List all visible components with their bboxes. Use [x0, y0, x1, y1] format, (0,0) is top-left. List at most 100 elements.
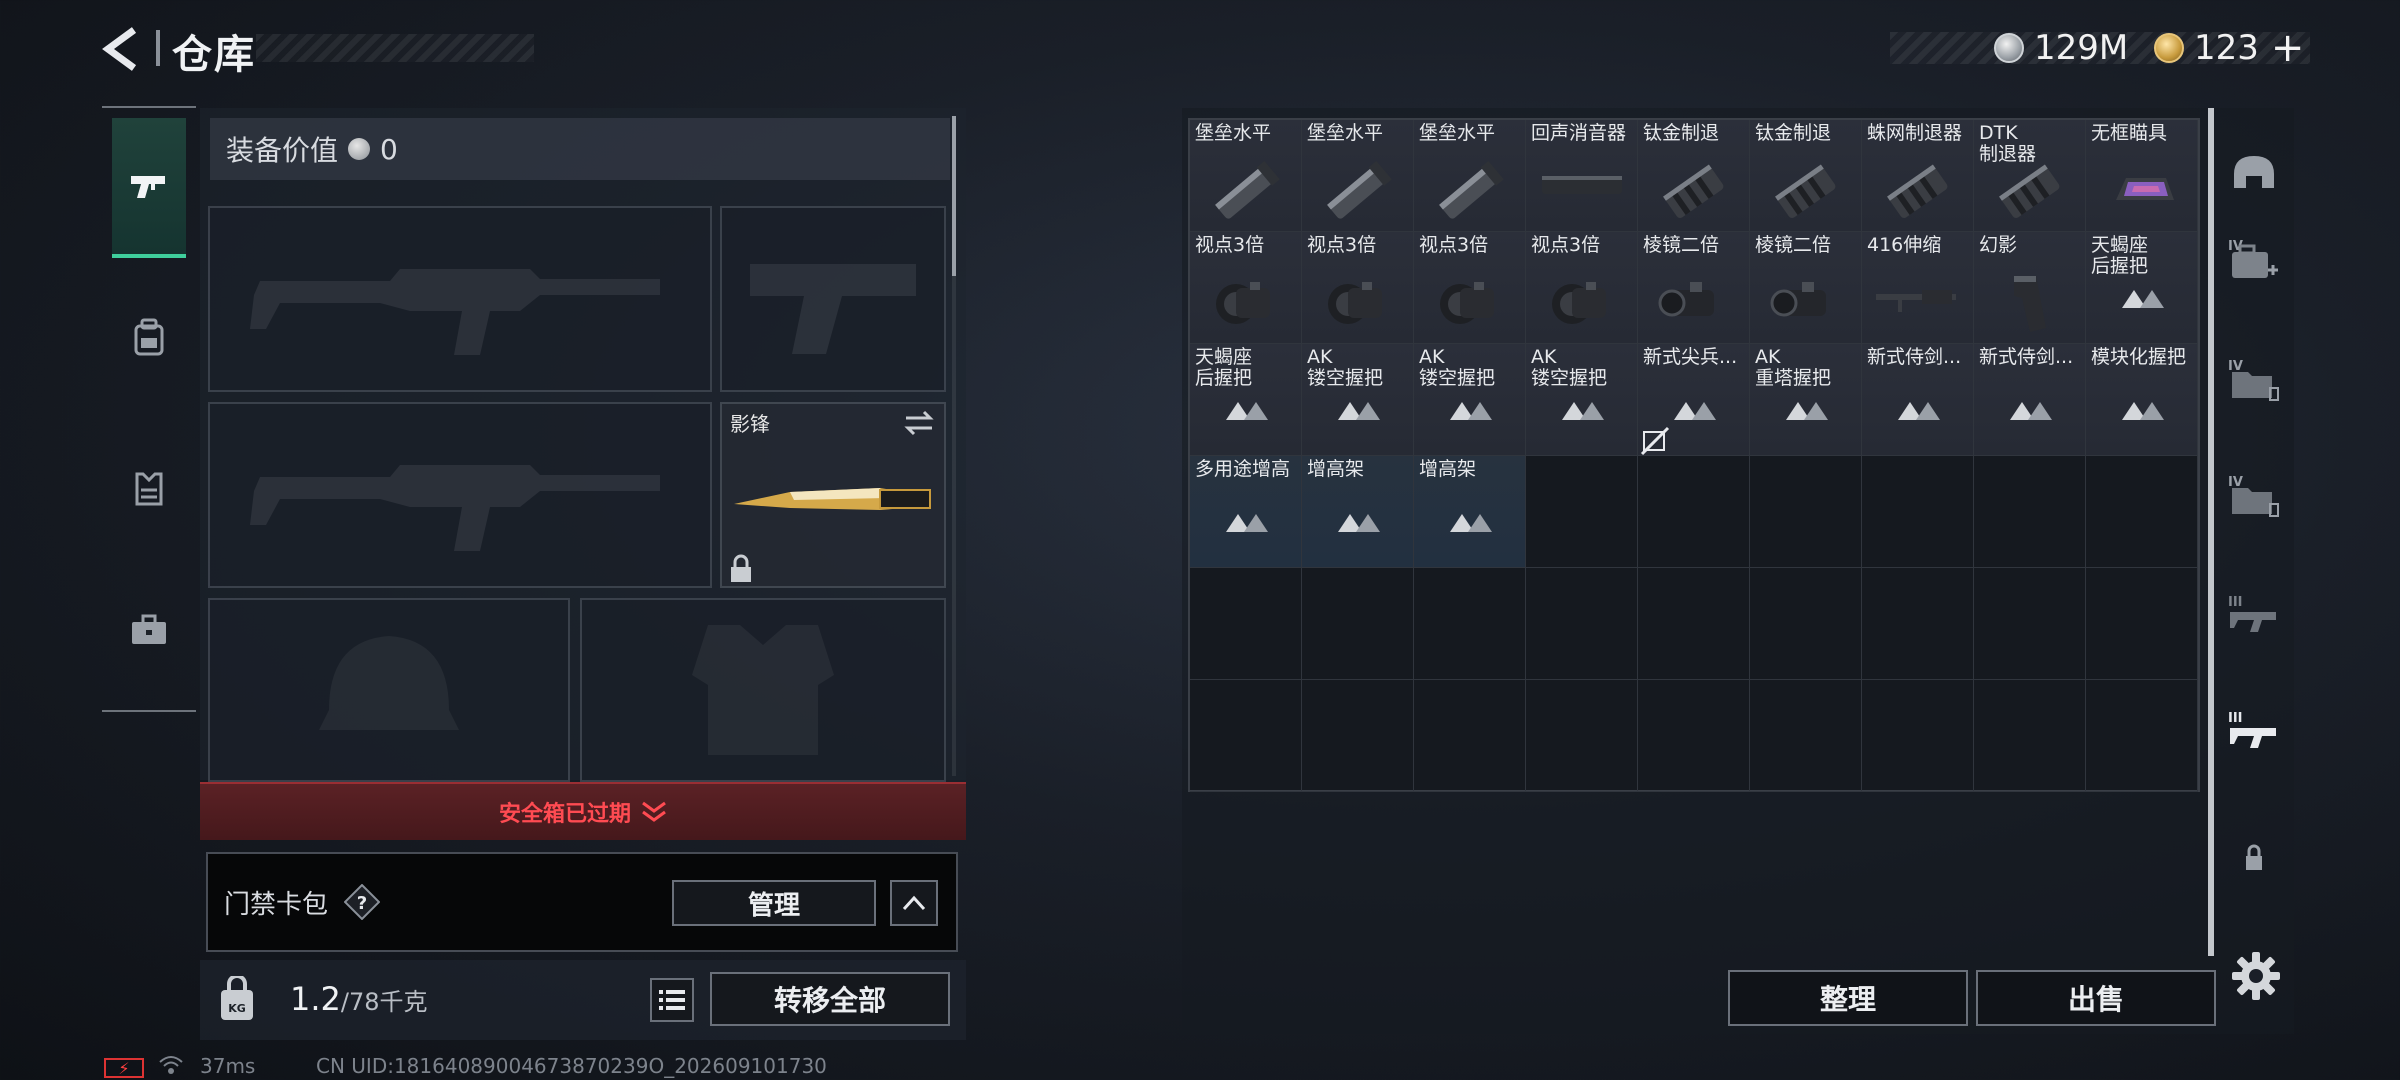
stash-item-name: 增高架 [1419, 458, 1477, 480]
stash-item[interactable]: 增高架 [1302, 456, 1414, 568]
mountain-placeholder-icon [1898, 402, 1940, 420]
stash-item-name: 蛛网制退器 [1867, 122, 1963, 144]
stash-item[interactable]: 堡垒水平 [1302, 120, 1414, 232]
stash-item[interactable]: DTK 制退器 [1974, 120, 2086, 232]
list-view-button[interactable] [650, 978, 694, 1022]
stash-item[interactable]: 棱镜二倍 [1638, 232, 1750, 344]
empty-stash-cell[interactable] [2086, 680, 2198, 792]
gold-currency[interactable]: 123 + [2154, 25, 2304, 71]
stash-item[interactable]: 无框瞄具 [2086, 120, 2198, 232]
empty-stash-cell[interactable] [2086, 568, 2198, 680]
rail-docs-tab-2[interactable]: IV [2226, 470, 2282, 526]
rail-medkit-tab[interactable]: IV [2226, 234, 2282, 290]
stash-item[interactable]: AK 重塔握把 [1750, 344, 1862, 456]
stash-item[interactable]: 416伸缩 [1862, 232, 1974, 344]
stash-item[interactable]: 新式侍剑... [1974, 344, 2086, 456]
warehouse-scrollbar[interactable] [2208, 108, 2214, 956]
rifle-silhouette-icon [250, 269, 660, 355]
stash-item[interactable]: 新式侍剑... [1862, 344, 1974, 456]
expand-button[interactable] [890, 880, 938, 926]
stash-item[interactable]: 增高架 [1414, 456, 1526, 568]
empty-stash-cell[interactable] [2086, 456, 2198, 568]
stash-item[interactable]: 回声消音器 [1526, 120, 1638, 232]
empty-stash-cell[interactable] [1862, 680, 1974, 792]
add-gold-button[interactable]: + [2271, 25, 2305, 71]
empty-stash-cell[interactable] [1862, 568, 1974, 680]
secondary-weapon-slot[interactable] [720, 206, 946, 392]
swap-icon[interactable] [902, 408, 936, 438]
rail-weapon-tab-1[interactable]: III [2226, 590, 2282, 646]
stash-item[interactable]: 多用途增高 [1190, 456, 1302, 568]
sell-button[interactable]: 出售 [1976, 970, 2216, 1026]
stash-item[interactable]: 天蝎座 后握把 [1190, 344, 1302, 456]
stash-item[interactable]: 视点3倍 [1414, 232, 1526, 344]
back-button[interactable] [100, 26, 148, 72]
stash-item[interactable]: 堡垒水平 [1414, 120, 1526, 232]
nav-backpack[interactable] [112, 268, 186, 408]
stash-item[interactable]: 模块化握把 [2086, 344, 2198, 456]
stash-item-name: 堡垒水平 [1419, 122, 1496, 144]
stash-item[interactable]: 蛛网制退器 [1862, 120, 1974, 232]
empty-stash-cell[interactable] [1974, 568, 2086, 680]
stash-item-name: 堡垒水平 [1307, 122, 1384, 144]
nav-toolbox[interactable] [112, 560, 186, 700]
empty-stash-cell[interactable] [1750, 568, 1862, 680]
loadout-scrollbar[interactable] [952, 116, 956, 276]
stash-item[interactable]: 棱镜二倍 [1750, 232, 1862, 344]
empty-stash-cell[interactable] [1862, 456, 1974, 568]
stash-item[interactable]: 视点3倍 [1302, 232, 1414, 344]
empty-stash-cell[interactable] [1638, 568, 1750, 680]
stash-item-name: 新式尖兵... [1643, 346, 1738, 368]
safe-box-expired-banner[interactable]: 安全箱已过期 [200, 782, 966, 840]
settings-button[interactable] [2230, 950, 2282, 1002]
empty-stash-cell[interactable] [1414, 568, 1526, 680]
stash-item[interactable]: 钛金制退 [1750, 120, 1862, 232]
rail-docs-tab-1[interactable]: IV [2226, 354, 2282, 410]
empty-stash-cell[interactable] [1750, 456, 1862, 568]
melee-name: 影锋 [730, 412, 770, 436]
stash-item[interactable]: 幻影 [1974, 232, 2086, 344]
stash-item[interactable]: 视点3倍 [1190, 232, 1302, 344]
backpack-icon [134, 318, 164, 356]
stash-item-name: 回声消音器 [1531, 122, 1627, 144]
stash-item[interactable]: 视点3倍 [1526, 232, 1638, 344]
rail-helmet-tab[interactable] [2226, 148, 2282, 204]
rail-weapon-tab-2[interactable]: III [2226, 706, 2282, 762]
title-divider [156, 30, 160, 66]
empty-stash-cell[interactable] [1526, 568, 1638, 680]
empty-stash-cell[interactable] [1750, 680, 1862, 792]
stash-item[interactable]: 钛金制退 [1638, 120, 1750, 232]
empty-stash-cell[interactable] [1302, 680, 1414, 792]
medkit-category-icon: IV [2228, 239, 2278, 278]
rail-lock[interactable] [2226, 830, 2282, 886]
empty-stash-cell[interactable] [1526, 456, 1638, 568]
current-weight: 1.2 [290, 980, 341, 1018]
helmet-slot[interactable] [208, 598, 570, 782]
body-armor-slot[interactable] [580, 598, 946, 782]
empty-stash-cell[interactable] [1302, 568, 1414, 680]
empty-stash-cell[interactable] [1638, 680, 1750, 792]
stash-item[interactable]: 堡垒水平 [1190, 120, 1302, 232]
sort-button[interactable]: 整理 [1728, 970, 1968, 1026]
stash-item-name: 天蝎座 后握把 [1195, 346, 1253, 389]
help-icon[interactable]: ? [343, 883, 381, 921]
empty-stash-cell[interactable] [1414, 680, 1526, 792]
nav-armor[interactable] [112, 418, 186, 558]
empty-stash-cell[interactable] [1190, 568, 1302, 680]
empty-stash-cell[interactable] [1974, 456, 2086, 568]
empty-stash-cell[interactable] [1190, 680, 1302, 792]
transfer-all-button[interactable]: 转移全部 [710, 972, 950, 1026]
back-arrow-icon [102, 27, 137, 71]
melee-slot[interactable]: 影锋 [720, 402, 946, 588]
empty-stash-cell[interactable] [1526, 680, 1638, 792]
stash-item[interactable]: AK 镂空握把 [1414, 344, 1526, 456]
manage-button[interactable]: 管理 [672, 880, 876, 926]
nav-weapons[interactable] [112, 118, 186, 258]
second-primary-weapon-slot[interactable] [208, 402, 712, 588]
primary-weapon-slot[interactable] [208, 206, 712, 392]
empty-stash-cell[interactable] [1638, 456, 1750, 568]
empty-stash-cell[interactable] [1974, 680, 2086, 792]
stash-item[interactable]: AK 镂空握把 [1302, 344, 1414, 456]
stash-item[interactable]: 天蝎座 后握把 [2086, 232, 2198, 344]
stash-item[interactable]: AK 镂空握把 [1526, 344, 1638, 456]
